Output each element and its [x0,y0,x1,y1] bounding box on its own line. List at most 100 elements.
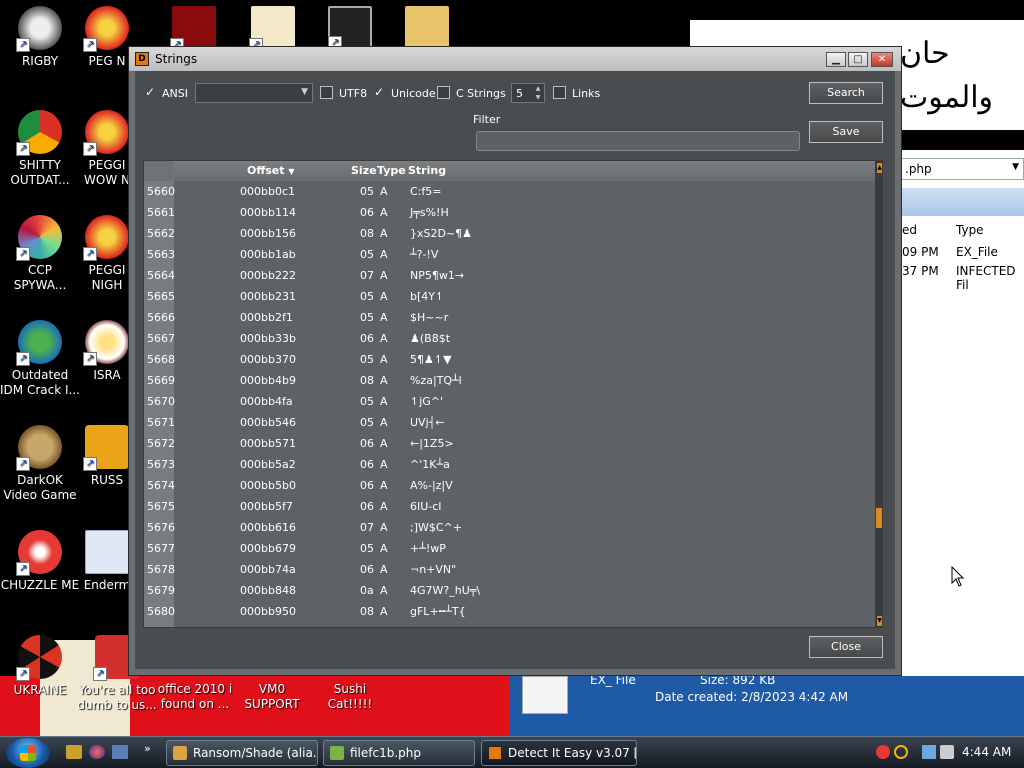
row-type: A [380,185,388,198]
vertical-scrollbar[interactable]: ▲ ▼ [875,161,882,627]
desktop-icon-idm[interactable]: ↗ Outdated IDM Crack I... [0,320,80,398]
row-type: A [380,458,388,471]
browser-quicklaunch-icon[interactable] [89,745,105,759]
close-window-button[interactable]: ✕ [871,52,893,67]
explorer-address-bar[interactable]: .php ▼ [900,158,1024,180]
scroll-down-icon[interactable]: ▼ [876,615,882,627]
filter-input[interactable] [476,131,800,151]
security-tray-icon[interactable] [876,745,890,759]
table-row[interactable]: 5661 000bb114 06 A J╤s%!H [144,202,875,223]
table-row[interactable] [144,622,875,627]
explorer-row1-type[interactable]: EX_File [956,245,998,259]
quicklaunch-overflow-icon[interactable]: » [144,742,151,755]
task-label: Ransom/Shade (alia... [193,746,318,760]
scroll-up-icon[interactable]: ▲ [876,162,882,174]
table-row[interactable]: 5674 000bb5b0 06 A A%-|z|V [144,475,875,496]
table-row[interactable]: 5668 000bb370 05 A 5¶♟↿▼ [144,349,875,370]
table-row[interactable]: 5671 000bb546 05 A UVj┤← [144,412,875,433]
table-row[interactable]: 5672 000bb571 06 A ←|1Z5> [144,433,875,454]
row-type: A [380,227,388,240]
table-row[interactable]: 5678 000bb74a 06 A ¬n+VN" [144,559,875,580]
spin-up-icon[interactable]: ▲ [533,85,543,93]
desktop-icon-rigby[interactable]: ↗ RIGBY [0,6,80,69]
table-row[interactable]: 5665 000bb231 05 Ab[4Y↿ [144,286,875,307]
ansi-label[interactable]: ANSI [162,87,188,100]
start-button[interactable] [6,738,50,768]
desktop-icon-ccp[interactable]: ↗ CCP SPYWA... [0,215,80,293]
spin-down-icon[interactable]: ▼ [533,94,543,102]
taskbar-task-ransom[interactable]: Ransom/Shade (alia... [166,740,318,766]
chevron-down-icon[interactable]: ▼ [1012,162,1019,172]
table-row[interactable]: 5680 000bb950 08 AgFL+╍┴T{ [144,601,875,622]
dialog-titlebar[interactable]: D Strings ▁ □ ✕ [129,47,901,71]
search-button[interactable]: Search [809,82,883,104]
col-offset-header[interactable]: Offset ▼ [247,164,295,177]
close-button[interactable]: Close [809,636,883,658]
unicode-label[interactable]: Unicode [391,87,436,100]
desktop-icon-vm0[interactable]: VM0 SUPPORT [232,682,312,712]
utf8-label[interactable]: UTF8 [339,87,367,100]
cstrings-label[interactable]: C Strings [456,87,506,100]
explorer-col-type[interactable]: Type [956,223,984,237]
row-type: A [380,206,388,219]
strings-table: Offset ▼ Size Type String 5660 000bb0c1 05… [143,160,883,628]
desktop-icon-sushi-cat[interactable]: Sushi Cat!!!!! [310,682,390,712]
table-row[interactable]: 5666 000bb2f1 05 A $H~~r [144,307,875,328]
volume-tray-icon[interactable] [940,745,954,759]
scrollbar-thumb[interactable] [876,508,882,528]
table-row[interactable]: 5667 000bb33b 06 A ♟(B8$t [144,328,875,349]
desktop-icon-label: SHITTY OUTDAT... [10,158,70,187]
taskbar-task-die[interactable]: Detect It Easy v3.07 [... [481,740,637,766]
taskbar-task-filefc1b[interactable]: filefc1b.php [323,740,475,766]
table-row[interactable]: 5670 000bb4fa 05 A ↿jG^' [144,391,875,412]
cstrings-checkbox[interactable] [437,86,450,99]
strings-dialog: D Strings ▁ □ ✕ ✓ ANSI ▼ UTF8 ✓ Unicode … [128,46,902,676]
minimize-button[interactable]: ▁ [826,52,846,67]
explorer-col-date[interactable]: ed [902,223,917,237]
explorer-row1-time[interactable]: 09 PM [902,245,939,259]
row-string: 4G7W?_hU╤\ [410,584,481,597]
row-size: 06 [360,479,374,492]
col-string-header[interactable]: String [408,164,446,177]
save-button[interactable]: Save [809,121,883,143]
links-checkbox[interactable] [553,86,566,99]
desktop-icon-label: CCP SPYWA... [13,263,67,292]
col-size-header[interactable]: Size [351,164,377,177]
table-row[interactable]: 5673 000bb5a2 06 A ^'1K┴a [144,454,875,475]
desktop-icon-office[interactable]: office 2010 i found on ... [155,682,235,712]
col-type-header[interactable]: Type [377,164,406,177]
network-tray-icon[interactable] [922,745,936,759]
table-row[interactable]: 5679 000bb848 0a A 4G7W?_hU╤\ [144,580,875,601]
monitor-quicklaunch-icon[interactable] [112,745,128,759]
table-row[interactable]: 5660 000bb0c1 05 A C:f5= [144,181,875,202]
table-row[interactable]: 5662 000bb156 08 A}xS2D~¶♟ [144,223,875,244]
desktop-icon-chuzzle[interactable]: ↗ CHUZZLE ME [0,530,80,593]
table-row[interactable]: 5677 000bb679 05 A +┴!wP [144,538,875,559]
desktop-icon-darkok[interactable]: ↗ DarkOK Video Game [0,425,80,503]
explorer-row2-time[interactable]: 37 PM [902,264,939,278]
desktop-icon-label: Sushi Cat!!!!! [327,682,373,711]
desktop-icon-ukraine[interactable]: ↗ UKRAINE [0,635,80,698]
maximize-button[interactable]: □ [848,52,868,67]
taskbar-clock[interactable]: 4:44 AM [962,745,1011,759]
search-tray-icon[interactable] [894,745,908,759]
window-icon [173,746,187,760]
table-row[interactable]: 5675 000bb5f7 06 A 6IU-cI [144,496,875,517]
unicode-checkmark[interactable]: ✓ [374,85,384,99]
table-row[interactable]: 5676 000bb616 07 A ;]W$C^+ [144,517,875,538]
table-row[interactable]: 5669 000bb4b9 08 A %za|TQ┴l [144,370,875,391]
links-label[interactable]: Links [572,87,600,100]
ansi-checkmark[interactable]: ✓ [145,85,155,99]
min-length-spinbox[interactable]: 5 ▲ ▼ [511,83,545,103]
desktop-icon-label: You're all too dumb to us... [77,683,157,712]
ansi-codepage-select[interactable]: ▼ [195,83,313,103]
desktop-icon-chrome[interactable]: ↗ SHITTY OUTDAT... [0,110,80,188]
table-row[interactable]: 5664 000bb222 07 A NP5¶w1→ [144,265,875,286]
row-size: 08 [360,374,374,387]
explorer-row2-type[interactable]: INFECTED Fil [956,264,1024,292]
row-index: 5675 [144,496,175,517]
row-offset: 000bb5a2 [240,458,296,471]
utf8-checkbox[interactable] [320,86,333,99]
show-desktop-icon[interactable] [66,745,82,759]
table-row[interactable]: 5663 000bb1ab 05 A ┴?-!V [144,244,875,265]
